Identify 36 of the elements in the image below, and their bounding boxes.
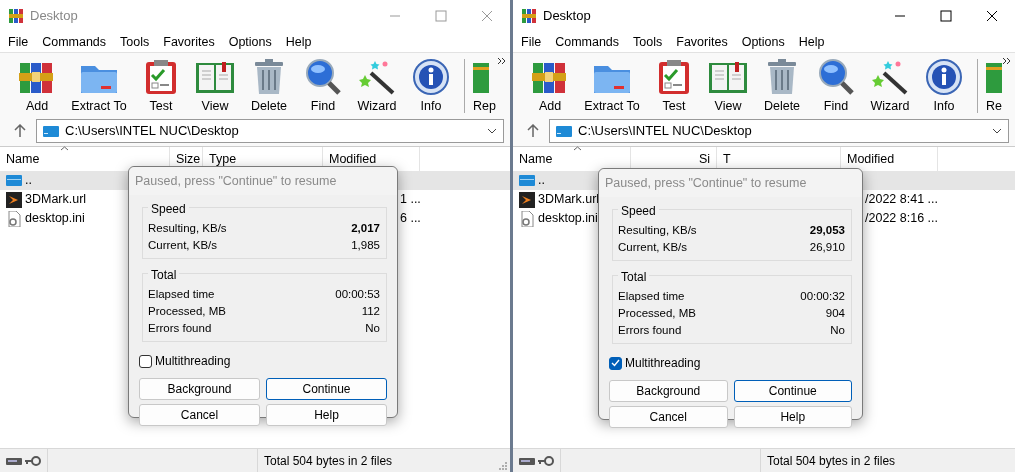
status-text: Total 504 bytes in 2 files [263, 452, 393, 470]
stat-value: 29,053 [809, 222, 845, 238]
status-text: Total 504 bytes in 2 files [766, 452, 896, 470]
stat-label: Resulting, KB/s [618, 222, 697, 238]
stat-label: Errors found [618, 322, 682, 338]
file-name: 3DMark.url [538, 191, 600, 209]
stat-label: Processed, MB [148, 303, 226, 319]
stat-value: No [830, 322, 845, 338]
stat-value: No [365, 320, 380, 336]
file-name: desktop.ini [25, 210, 85, 228]
file-name: desktop.ini [538, 210, 598, 228]
file-name: 3DMark.url [25, 191, 87, 209]
stat-label: Current, KB/s [148, 237, 218, 253]
modified-date: /2022 8:41 ... [865, 191, 938, 209]
stat-label: Elapsed time [148, 286, 215, 302]
stat-value: 2,017 [351, 220, 380, 236]
modified-date: /2022 8:16 ... [865, 210, 938, 228]
dialog-title: Paused, press "Continue" to resume [599, 169, 862, 197]
stat-label: Processed, MB [618, 305, 696, 321]
window-title: Desktop [30, 7, 78, 26]
stat-value: 1,985 [351, 237, 380, 253]
modified-date: 1 ... [400, 191, 421, 209]
window-title: Desktop [543, 7, 591, 26]
stat-label: Elapsed time [618, 288, 685, 304]
stat-label: Errors found [148, 320, 212, 336]
stat-label: Resulting, KB/s [148, 220, 227, 236]
file-name: .. [25, 172, 32, 190]
stat-value: 00:00:32 [800, 288, 845, 304]
modified-date: 6 ... [400, 210, 421, 228]
dialog-title: Paused, press "Continue" to resume [129, 167, 397, 195]
stat-value: 112 [361, 303, 380, 319]
stat-label: Current, KB/s [618, 239, 688, 255]
stat-value: 00:00:53 [335, 286, 380, 302]
stat-value: 904 [825, 305, 845, 321]
stat-value: 26,910 [809, 239, 845, 255]
file-name: .. [538, 172, 545, 190]
